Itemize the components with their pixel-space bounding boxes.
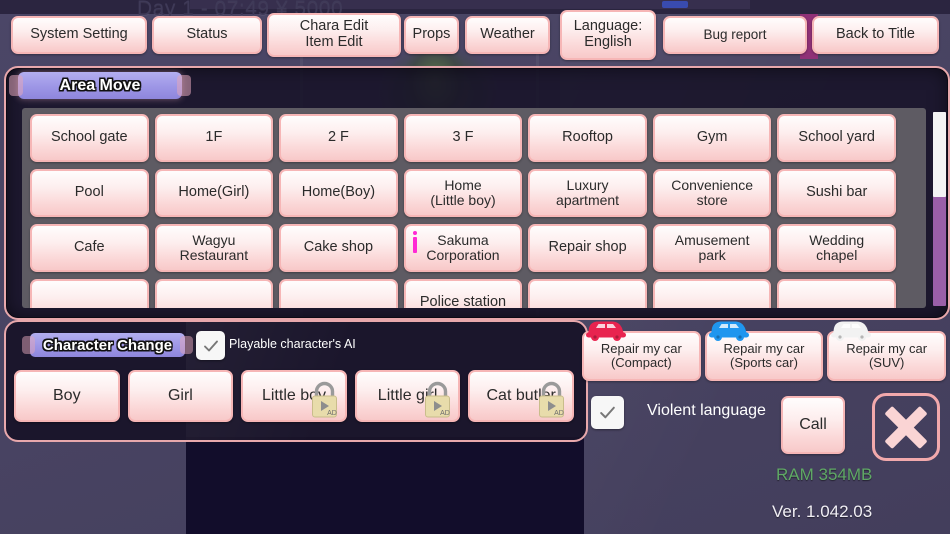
area-button[interactable]: Convenience store — [652, 169, 772, 217]
svg-text:AD: AD — [554, 410, 564, 417]
area-button[interactable] — [30, 279, 149, 308]
status-button[interactable]: Status — [152, 16, 262, 54]
info-icon — [412, 231, 417, 253]
area-button[interactable]: Pool — [30, 169, 149, 217]
character-button[interactable]: Girl — [127, 370, 234, 422]
area-move-grid-viewport: School gate 1F 2 F3 F Rooftop Gym School yard… — [22, 108, 926, 308]
svg-text:AD: AD — [327, 410, 337, 417]
props-button[interactable]: Props — [404, 16, 459, 54]
repair-car-button[interactable]: Repair my car (Compact) — [582, 321, 701, 381]
area-button[interactable]: Wedding chapel — [777, 224, 896, 272]
area-button[interactable]: Cafe — [30, 224, 149, 272]
system-setting-button[interactable]: System Setting — [11, 16, 147, 54]
violent-language-checkbox[interactable] — [591, 396, 624, 429]
area-button[interactable] — [279, 279, 398, 308]
check-icon — [203, 340, 218, 351]
area-button[interactable]: Gym — [652, 114, 772, 162]
area-button[interactable]: Wagyu Restaurant — [154, 224, 274, 272]
area-button[interactable]: Home(Boy) — [279, 169, 398, 217]
character-button-label: Boy — [53, 387, 81, 405]
character-button[interactable]: Cat butler AD — [468, 370, 574, 422]
top-menu-bar: Day 1 - 07:49 ¥ 5000 System Setting Stat… — [0, 0, 950, 68]
area-button[interactable] — [652, 279, 772, 308]
character-buttons-row: Boy Girl Little boy AD Little girl AD Cat butl… — [14, 370, 574, 422]
area-button[interactable] — [154, 279, 274, 308]
area-button[interactable]: Home (Little boy) — [403, 169, 523, 217]
chara-edit-item-edit-button[interactable]: Chara Edit Item Edit — [267, 13, 401, 57]
language-button[interactable]: Language: English — [560, 10, 656, 60]
bottom-dark-panel — [186, 437, 584, 534]
area-button[interactable]: School yard — [777, 114, 896, 162]
character-button-label: Girl — [167, 387, 193, 405]
playable-character-ai-checkbox[interactable] — [196, 331, 225, 360]
version-label: Ver. 1.042.03 — [772, 502, 873, 521]
lock-ad-icon: AD — [425, 381, 451, 418]
area-button[interactable]: 2 F — [279, 114, 398, 162]
car-actions-row: Repair my car (Compact) Repair my car (Sp… — [582, 321, 946, 381]
area-button[interactable]: Sakuma Corporation — [403, 224, 523, 272]
area-move-scrollbar-track[interactable] — [933, 112, 946, 306]
playable-character-ai-label: Playable character's AI — [229, 337, 356, 351]
svg-text:AD: AD — [441, 410, 451, 417]
lock-ad-icon: AD — [311, 381, 337, 418]
call-button[interactable]: Call — [781, 396, 845, 454]
area-button[interactable]: School gate — [30, 114, 149, 162]
area-button[interactable]: Home(Girl) — [154, 169, 274, 217]
character-change-tab[interactable]: Character Change — [22, 333, 193, 357]
area-button[interactable]: Cake shop — [279, 224, 398, 272]
area-button[interactable]: Luxury apartment — [528, 169, 647, 217]
area-move-tab[interactable]: Area Move — [9, 72, 191, 99]
close-button[interactable] — [872, 393, 940, 461]
area-button[interactable]: Police station — [403, 279, 523, 308]
character-button[interactable]: Little girl AD — [354, 370, 461, 422]
area-button[interactable] — [528, 279, 647, 308]
area-button[interactable]: Rooftop — [528, 114, 647, 162]
ram-usage-label: RAM 354MB — [776, 465, 873, 484]
app-root: Day 1 - 07:49 ¥ 5000 System Setting Stat… — [0, 0, 950, 534]
car-icon — [831, 321, 872, 341]
car-icon — [586, 321, 626, 341]
area-button[interactable]: Repair shop — [528, 224, 647, 272]
violent-language-label: Violent language — [647, 402, 766, 419]
car-icon — [708, 321, 749, 341]
lock-ad-icon: AD — [538, 381, 564, 418]
back-to-title-button[interactable]: Back to Title — [812, 16, 939, 54]
area-button[interactable]: Sushi bar — [777, 169, 896, 217]
area-button[interactable]: Amusement park — [652, 224, 772, 272]
repair-car-button[interactable]: Repair my car (Sports car) — [704, 321, 824, 381]
weather-button[interactable]: Weather — [465, 16, 550, 54]
area-move-grid: School gate 1F 2 F3 F Rooftop Gym School yard… — [22, 108, 902, 308]
character-button[interactable]: Little boy AD — [241, 370, 347, 422]
area-move-scrollbar-thumb[interactable] — [933, 112, 946, 198]
bug-report-button[interactable]: Bug report — [663, 16, 807, 54]
check-icon — [600, 406, 615, 419]
area-button[interactable]: 3 F — [403, 114, 523, 162]
character-button[interactable]: Boy — [14, 370, 120, 422]
repair-car-button[interactable]: Repair my car (SUV) — [827, 321, 946, 381]
area-button[interactable]: 1F — [154, 114, 274, 162]
area-button[interactable] — [777, 279, 896, 308]
